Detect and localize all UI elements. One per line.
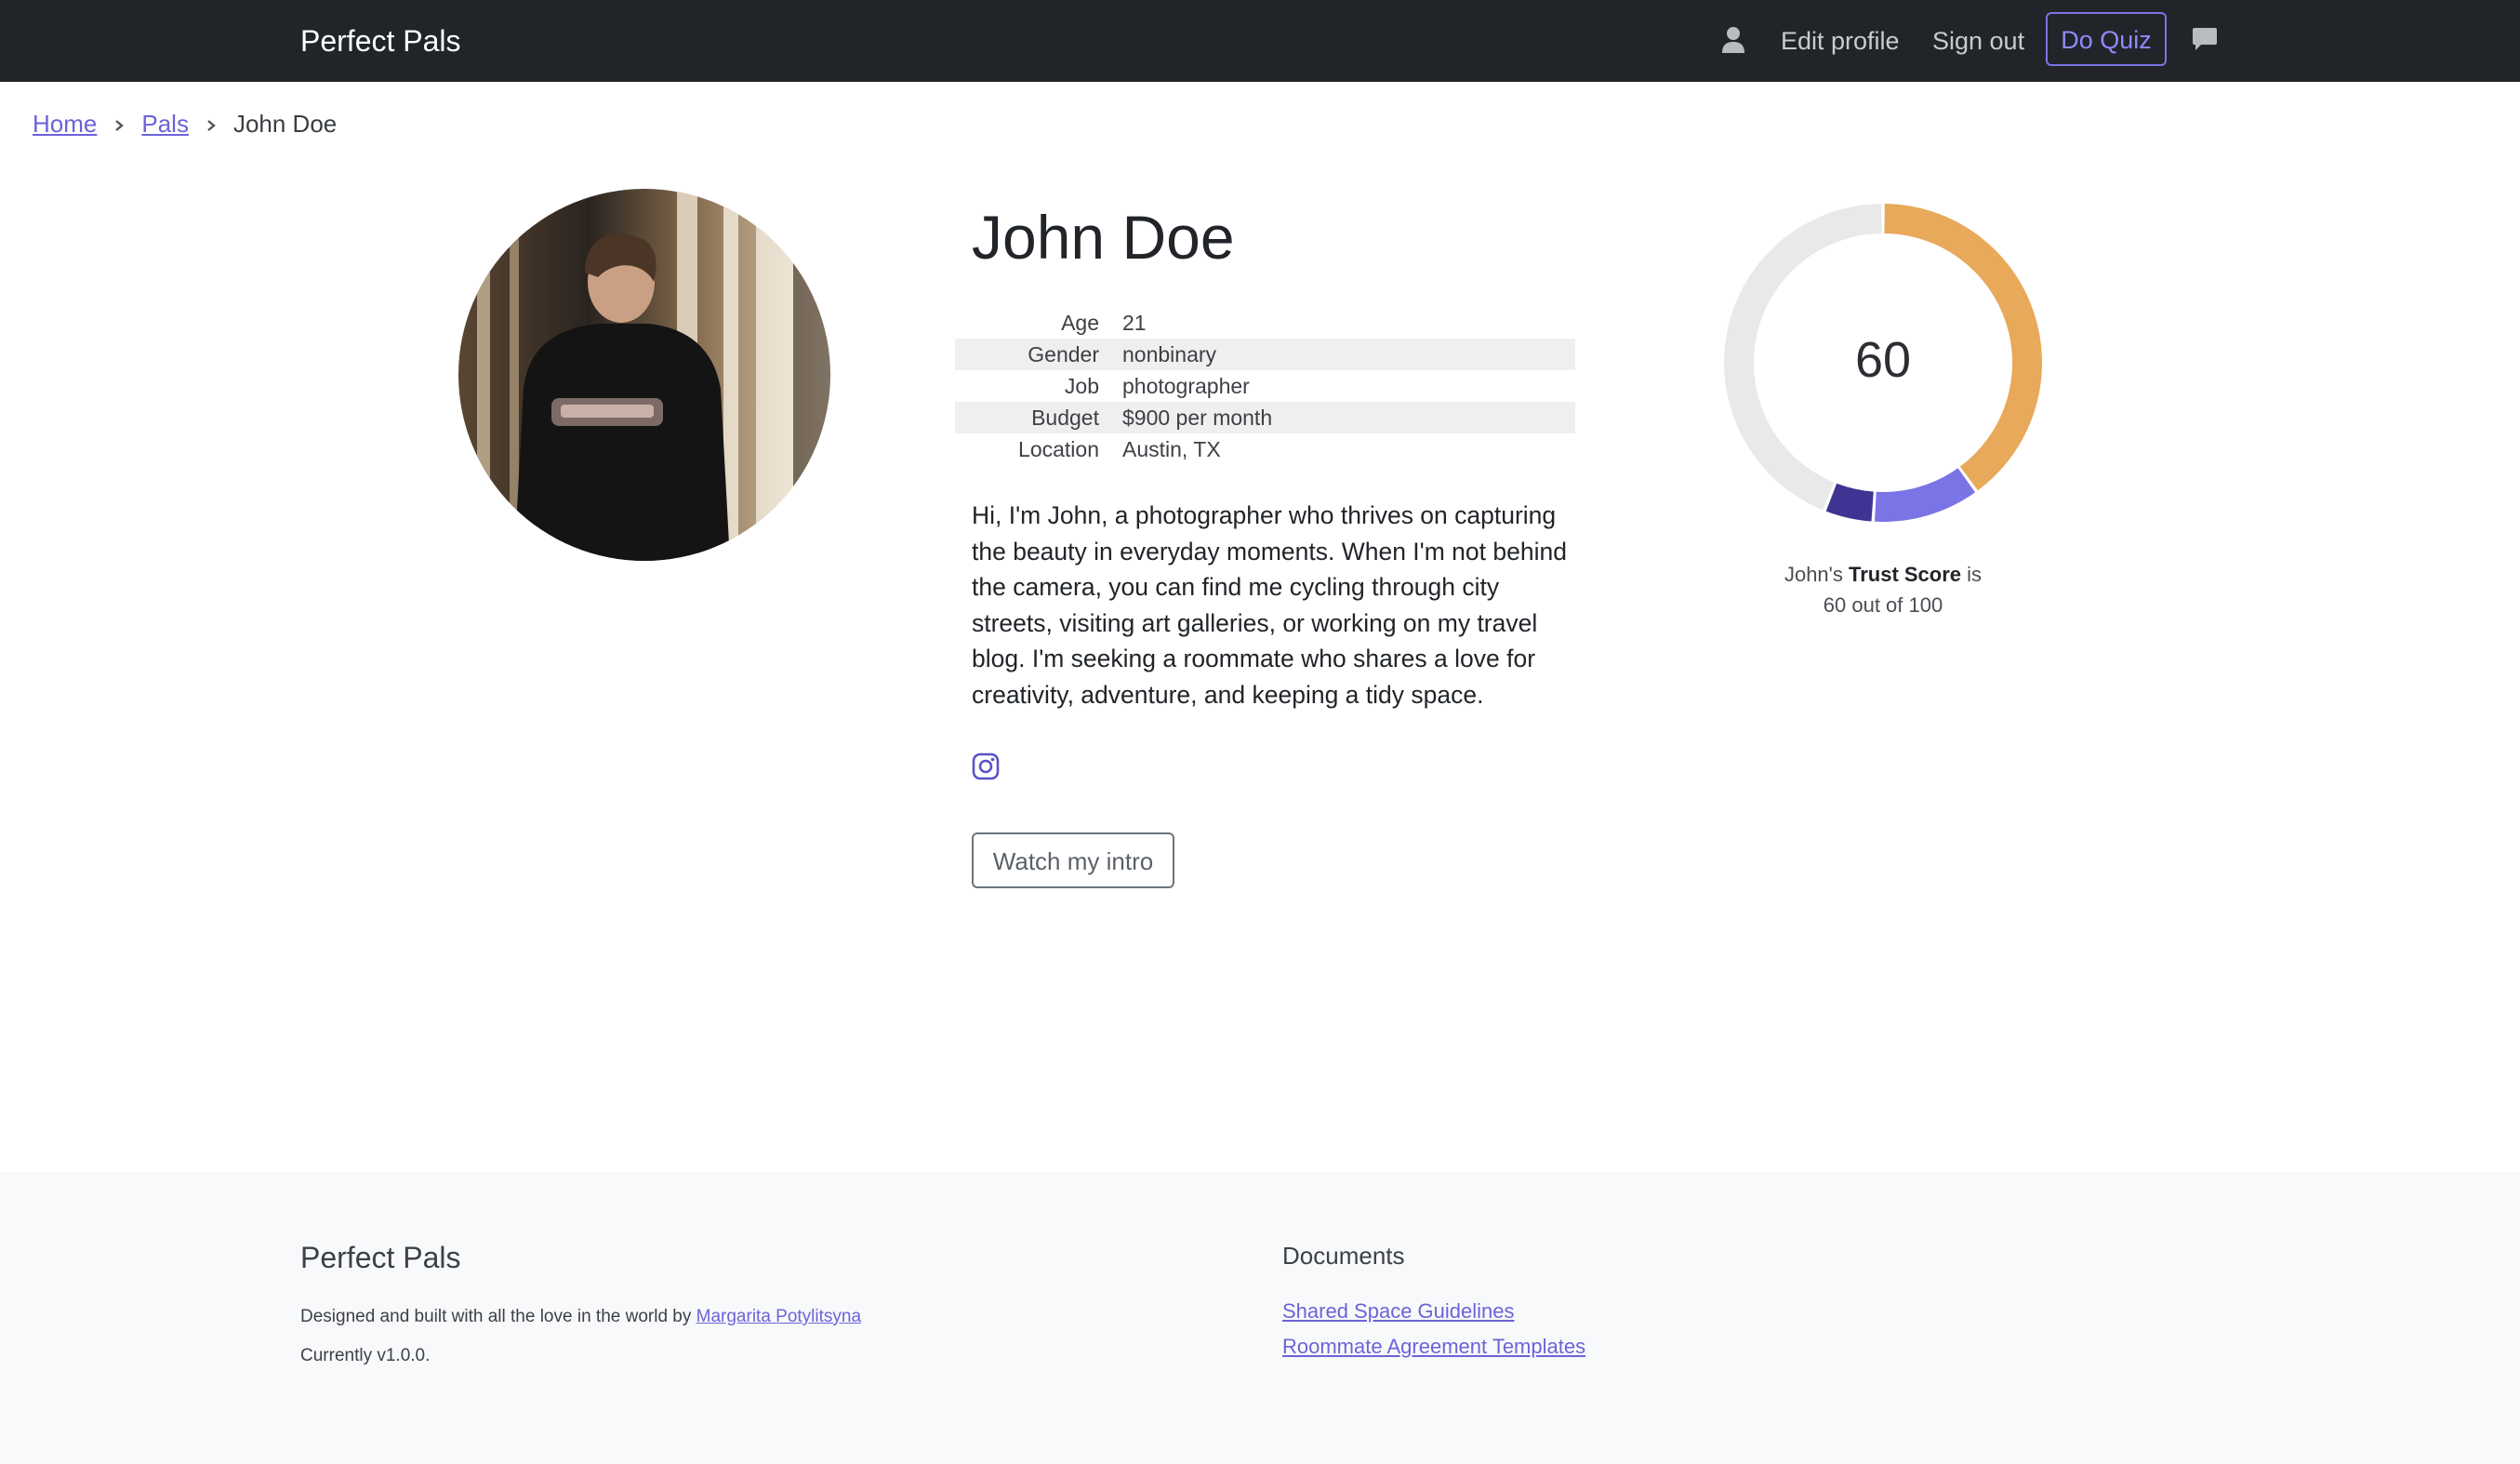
credit-text: Designed and built with all the love in … [300,1307,692,1326]
details-value: $900 per month [1122,406,1273,430]
trust-score-donut: 60 [1724,204,2042,522]
details-row-gender: Gender nonbinary [955,339,1575,370]
top-navbar: Perfect Pals Edit profile Sign out Do Qu… [0,0,2520,82]
profile-name: John Doe [972,203,1235,272]
details-value: Austin, TX [1122,437,1221,461]
chevron-right-icon [115,120,125,132]
breadcrumb-home[interactable]: Home [33,110,97,138]
trust-segment-mid [1875,468,1976,522]
watch-intro-button[interactable]: Watch my intro [972,832,1174,888]
footer-version: Currently v1.0.0. [300,1346,431,1365]
roommate-agreement-templates-link[interactable]: Roommate Agreement Templates [1282,1333,1585,1361]
details-label: Age [1061,311,1099,335]
details-label: Gender [1028,342,1099,366]
instagram-icon[interactable] [972,752,1000,780]
details-value: 21 [1122,311,1147,335]
trust-score-value: 60 [1855,332,1911,388]
sign-out-link[interactable]: Sign out [1932,22,2024,60]
trust-segment-dark [1825,483,1875,522]
breadcrumb-pals[interactable]: Pals [141,110,189,138]
brand-link[interactable]: Perfect Pals [300,20,461,61]
details-label: Location [1018,437,1099,461]
details-row-budget: Budget $900 per month [955,402,1575,433]
page-footer: Perfect Pals Designed and built with all… [0,1172,2520,1464]
profile-details-table: Age 21 Gender nonbinary Job photographer… [955,307,1575,465]
details-label: Budget [1031,406,1099,430]
trust-score-caption: John's Trust Score is 60 out of 100 [1720,559,2046,620]
breadcrumb-current: John Doe [232,110,338,138]
caption-line2: 60 out of 100 [1823,593,1943,617]
shared-space-guidelines-link[interactable]: Shared Space Guidelines [1282,1298,1515,1325]
do-quiz-button[interactable]: Do Quiz [2046,12,2167,66]
edit-profile-link[interactable]: Edit profile [1781,22,1900,60]
footer-brand: Perfect Pals [300,1241,461,1274]
details-row-age: Age 21 [955,307,1575,339]
profile-bio: Hi, I'm John, a photographer who thrives… [972,501,1567,709]
caption-prefix: John's [1784,563,1843,586]
details-label: Job [1064,374,1099,398]
caption-bold: Trust Score [1848,563,1962,586]
details-value: photographer [1122,374,1250,398]
chevron-right-icon [207,120,216,132]
documents-heading: Documents [1282,1242,1405,1270]
details-row-location: Location Austin, TX [955,433,1575,465]
caption-suffix: is [1967,563,1983,586]
details-row-job: Job photographer [955,370,1575,402]
chat-bubble-icon[interactable] [2192,26,2218,52]
author-link[interactable]: Margarita Potylitsyna [696,1307,861,1326]
person-icon[interactable] [1721,26,1745,54]
footer-credit: Designed and built with all the love in … [300,1304,861,1330]
breadcrumb: Home Pals John Doe [33,107,337,140]
profile-photo [458,189,830,561]
details-value: nonbinary [1122,342,1217,366]
